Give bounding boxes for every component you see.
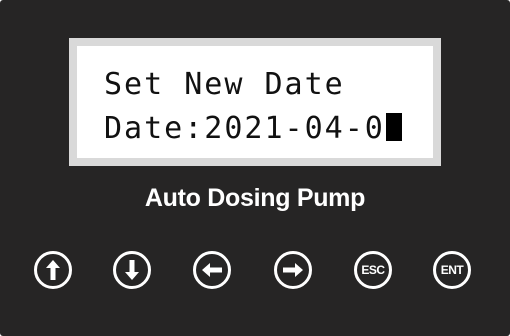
enter-button-label: ENT bbox=[440, 263, 464, 277]
arrow-left-icon bbox=[202, 263, 222, 277]
lcd-line-2: Date:2021-04-0 bbox=[104, 111, 385, 146]
enter-button[interactable]: ENT bbox=[433, 251, 471, 289]
left-button[interactable] bbox=[193, 251, 231, 289]
lcd-line-2-wrapper: Date:2021-04-0 bbox=[104, 112, 402, 146]
right-button[interactable] bbox=[274, 251, 312, 289]
arrow-down-icon bbox=[125, 260, 139, 280]
arrow-up-icon bbox=[46, 260, 60, 280]
device-label: Auto Dosing Pump bbox=[144, 184, 366, 212]
arrow-right-icon bbox=[283, 263, 303, 277]
control-panel: Set New Date Date:2021-04-0 Auto Dosing … bbox=[0, 0, 510, 336]
up-button[interactable] bbox=[34, 251, 72, 289]
esc-button[interactable]: ESC bbox=[354, 251, 392, 289]
esc-button-label: ESC bbox=[361, 263, 385, 277]
lcd-line-1: Set New Date bbox=[104, 67, 345, 102]
down-button[interactable] bbox=[113, 251, 151, 289]
text-cursor bbox=[385, 113, 402, 141]
lcd-screen: Set New Date Date:2021-04-0 bbox=[77, 46, 433, 158]
lcd-bezel: Set New Date Date:2021-04-0 bbox=[69, 38, 441, 166]
